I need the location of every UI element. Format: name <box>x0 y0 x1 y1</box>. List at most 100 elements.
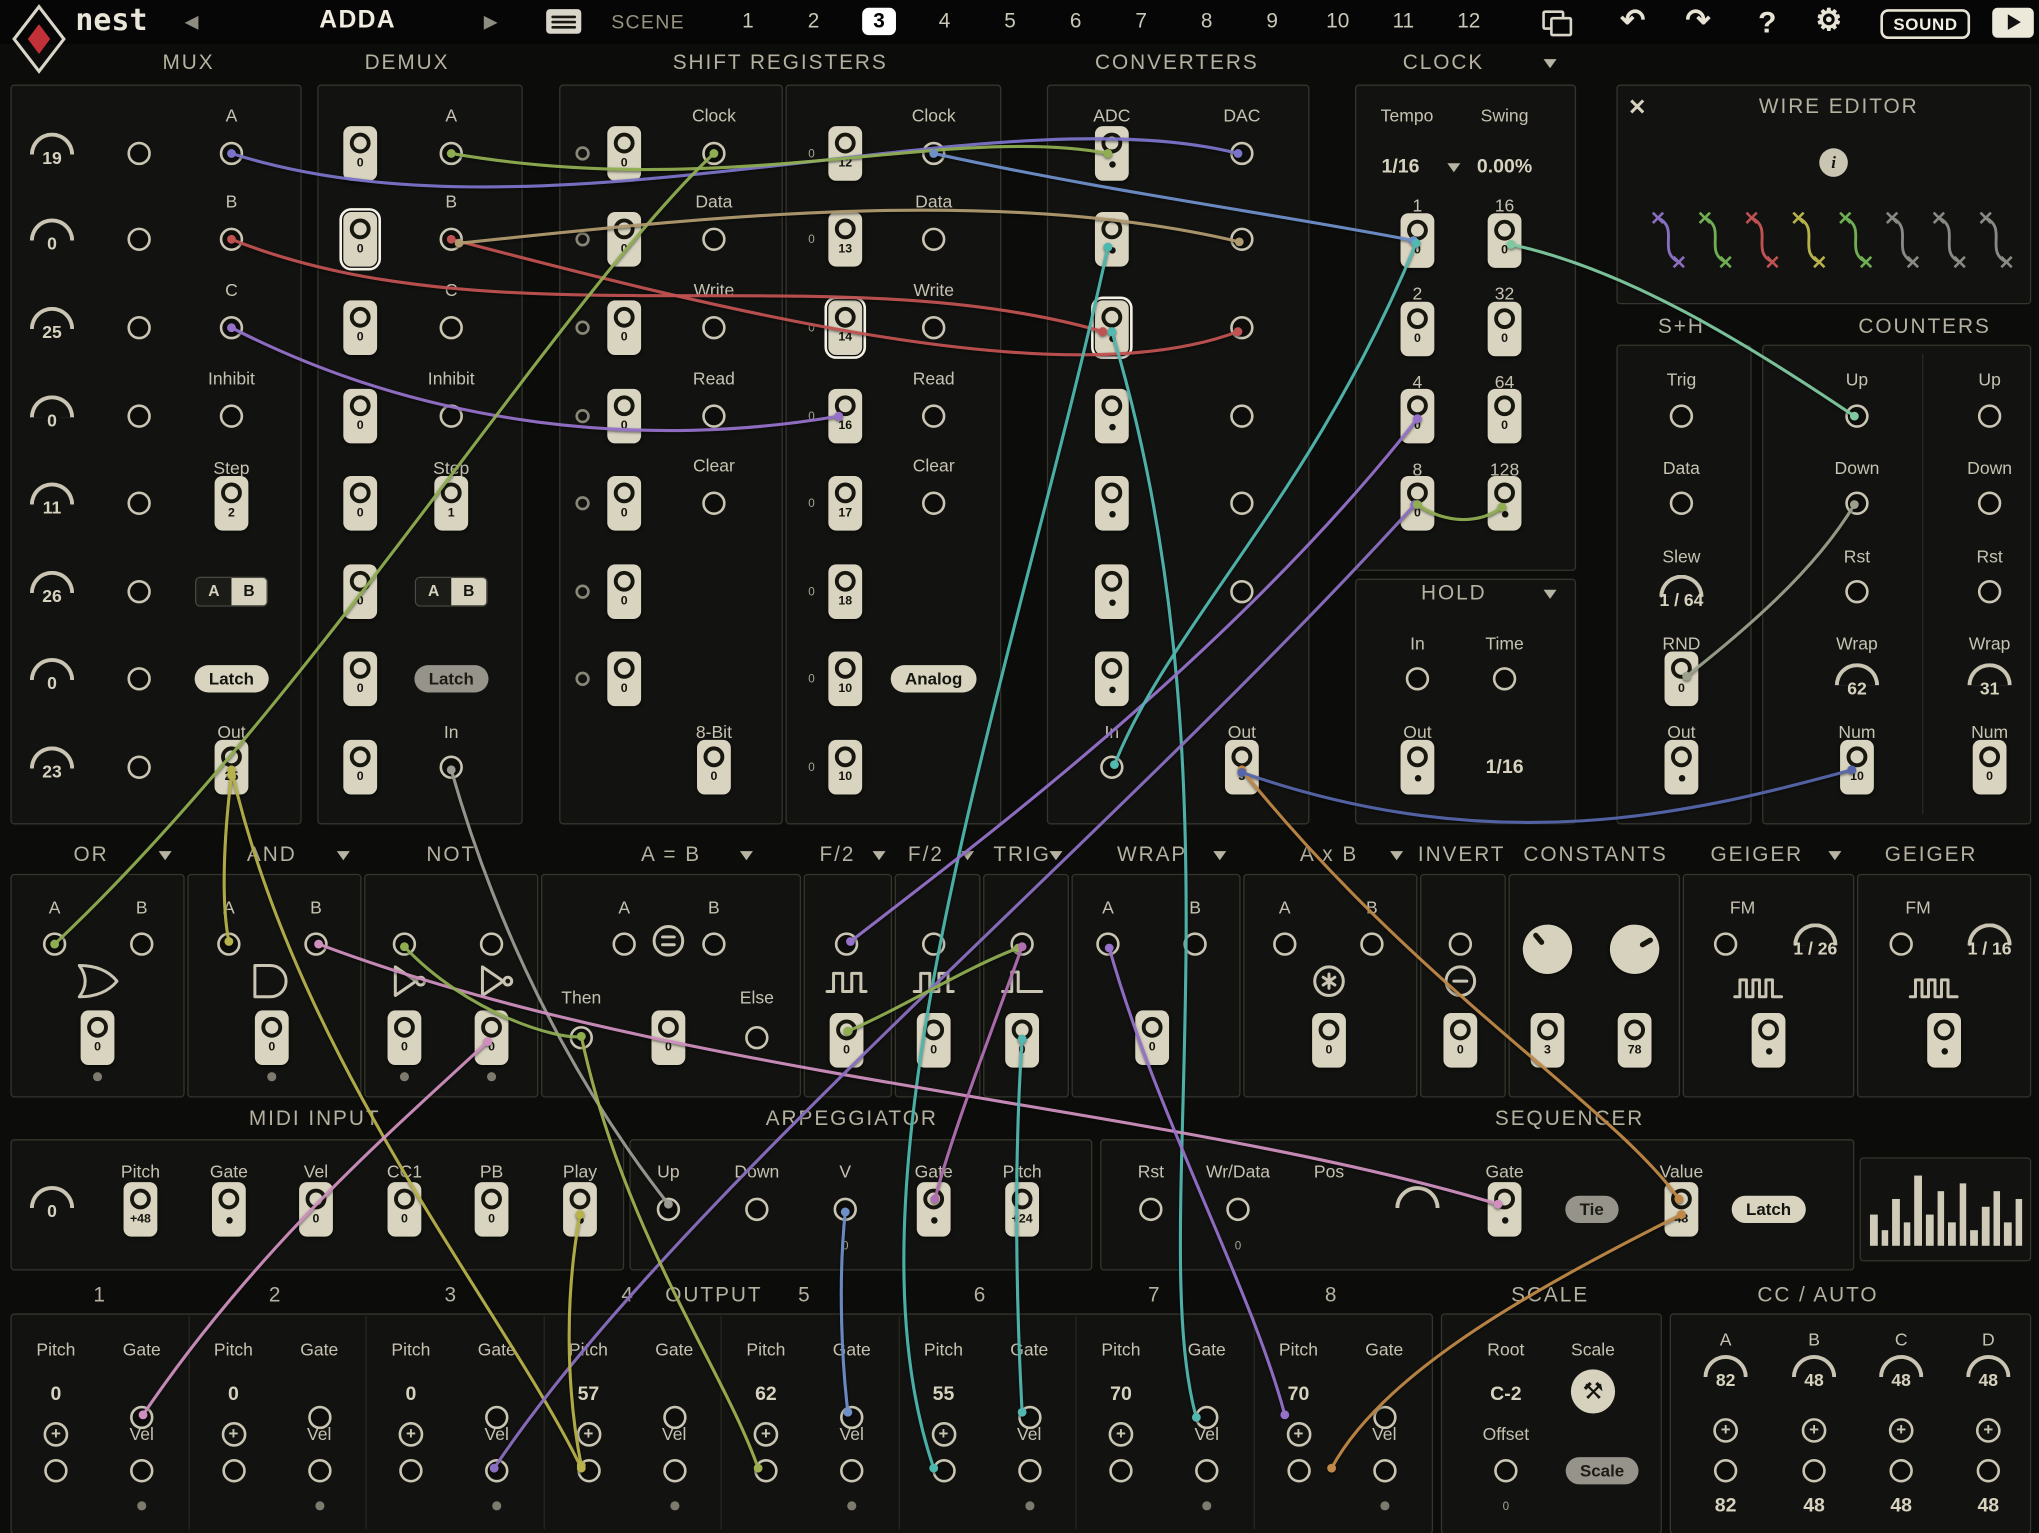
stepper-port[interactable] <box>1101 482 1122 503</box>
stepper-port[interactable] <box>1101 395 1122 416</box>
scale-editor-icon[interactable]: ⚒ <box>1571 1369 1615 1413</box>
sr-digital-stepper-3[interactable]: 0 <box>607 300 641 355</box>
out-ch1-pitch-port[interactable] <box>44 1459 67 1482</box>
stepper-port[interactable] <box>1407 308 1428 329</box>
stepper-port[interactable] <box>1494 220 1515 241</box>
scene-button-8[interactable]: 8 <box>1174 5 1240 39</box>
demux-out-stepper-3[interactable]: 0 <box>343 300 377 355</box>
stepper-port[interactable] <box>704 746 725 767</box>
a-x-b-input-a-port[interactable] <box>1273 932 1296 955</box>
cc-d-knob[interactable]: 48 <box>1960 1355 2017 1402</box>
clock-division-stepper-32[interactable]: 0 <box>1488 302 1522 357</box>
cc-c-polarity-icon[interactable]: + <box>1889 1418 1914 1443</box>
adc-stepper-7[interactable] <box>1095 652 1129 707</box>
stepper-port[interactable] <box>614 307 635 328</box>
cc-d-port[interactable] <box>1977 1459 2000 1482</box>
and-out-stepper[interactable]: 0 <box>255 1010 289 1065</box>
out-ch7-pitch-port[interactable] <box>1109 1459 1132 1482</box>
mux-knob-port-8[interactable] <box>127 756 150 779</box>
help-icon[interactable]: ? <box>1758 5 1776 40</box>
midi-vel-stepper[interactable]: 0 <box>299 1182 333 1237</box>
sr-digital-tap-5[interactable] <box>575 496 589 510</box>
stepper-port[interactable] <box>614 658 635 679</box>
not-1-out-stepper[interactable]: 0 <box>388 1010 422 1065</box>
stepper-port[interactable] <box>261 1017 282 1038</box>
mux-latch-button[interactable]: Latch <box>195 665 269 692</box>
stepper-port[interactable] <box>614 395 635 416</box>
scene-button-5[interactable]: 5 <box>977 5 1043 39</box>
wrap-input-a-port[interactable] <box>1096 932 1119 955</box>
demux-input-c-port[interactable] <box>440 316 463 339</box>
mux-knob-8[interactable]: 23 <box>23 746 80 793</box>
preset-next-icon[interactable]: ▶ <box>484 10 498 32</box>
invert-input-port[interactable] <box>1449 932 1472 955</box>
out-ch6-vel-port[interactable] <box>1018 1459 1041 1482</box>
scene-button-4[interactable]: 4 <box>912 5 978 39</box>
wire-editor-close-icon[interactable]: ✕ <box>1628 95 1647 121</box>
sr-analog-stepper-7[interactable]: 10 <box>828 652 862 707</box>
preset-menu-icon[interactable] <box>546 9 581 34</box>
wire-color-swatch-4[interactable] <box>1792 205 1826 279</box>
midi-pb-stepper[interactable]: 0 <box>475 1182 509 1237</box>
stepper-port[interactable] <box>1101 571 1122 592</box>
logic-menu-caret-icon[interactable] <box>873 851 886 860</box>
stepper-port[interactable] <box>1319 1020 1340 1041</box>
stepper-port[interactable] <box>394 1189 415 1210</box>
cc-b-polarity-icon[interactable]: + <box>1802 1418 1827 1443</box>
out-ch2-vel-port[interactable] <box>308 1459 331 1482</box>
logic-menu-caret-icon[interactable] <box>740 851 753 860</box>
mux-ab-toggle[interactable]: AB <box>195 577 268 607</box>
preset-prev-icon[interactable]: ◀ <box>185 10 199 32</box>
mux-knob-port-1[interactable] <box>127 142 150 165</box>
logic-menu-caret-icon[interactable] <box>337 851 350 860</box>
demux-out-stepper-4[interactable]: 0 <box>343 389 377 444</box>
stepper-port[interactable] <box>1494 395 1515 416</box>
arp-up-port[interactable] <box>657 1198 680 1221</box>
wire-color-swatch-8[interactable] <box>1979 205 2013 279</box>
sr-analog-mode-button[interactable]: Analog <box>891 665 977 692</box>
out-ch4-polarity-icon[interactable]: + <box>576 1422 601 1447</box>
mux-knob-port-4[interactable] <box>127 404 150 427</box>
clock-menu-caret-icon[interactable] <box>1544 59 1557 68</box>
dac-port-6[interactable] <box>1230 580 1253 603</box>
stepper-port[interactable] <box>350 218 371 239</box>
mux-knob-7[interactable]: 0 <box>23 658 80 705</box>
hold-out-stepper[interactable] <box>1401 740 1435 795</box>
scene-button-7[interactable]: 7 <box>1108 5 1174 39</box>
mux-knob-port-2[interactable] <box>127 228 150 251</box>
redo-icon[interactable]: ↷ <box>1685 3 1710 38</box>
mux-knob-2[interactable]: 0 <box>23 218 80 265</box>
wire-color-swatch-1[interactable] <box>1652 205 1686 279</box>
stepper-port[interactable] <box>835 482 856 503</box>
sr-analog-stepper-5[interactable]: 17 <box>828 476 862 531</box>
stepper-port[interactable] <box>614 482 635 503</box>
stepper-port[interactable] <box>1624 1020 1645 1041</box>
geiger-1-out-stepper[interactable] <box>1752 1013 1786 1068</box>
sr-digital-data-port[interactable] <box>702 228 725 251</box>
stepper-port[interactable] <box>350 746 371 767</box>
geiger-2-fm-port[interactable] <box>1889 932 1912 955</box>
dac-port-5[interactable] <box>1230 492 1253 515</box>
scene-button-6[interactable]: 6 <box>1043 5 1109 39</box>
scene-button-12[interactable]: 12 <box>1436 5 1502 39</box>
sr-8bit-stepper[interactable]: 0 <box>697 740 731 795</box>
stepper-port[interactable] <box>614 571 635 592</box>
counter-1-wrap-dial[interactable]: 62 <box>1828 663 1885 710</box>
cc-a-port[interactable] <box>1714 1459 1737 1482</box>
stepper-port[interactable] <box>1671 746 1692 767</box>
geiger-2-out-stepper[interactable] <box>1927 1013 1961 1068</box>
out-ch5-vel-port[interactable] <box>840 1459 863 1482</box>
cc-c-port[interactable] <box>1889 1459 1912 1482</box>
stepper-port[interactable] <box>221 482 242 503</box>
settings-gear-icon[interactable]: ⚙ <box>1815 3 1842 38</box>
cc-a-polarity-icon[interactable]: + <box>1713 1418 1738 1443</box>
sr-digital-tap-3[interactable] <box>575 321 589 335</box>
wire-color-swatch-6[interactable] <box>1886 205 1920 279</box>
sr-analog-write-port[interactable] <box>922 316 945 339</box>
out-ch8-pitch-port[interactable] <box>1287 1459 1310 1482</box>
sr-digital-tap-1[interactable] <box>575 146 589 160</box>
stepper-port[interactable] <box>350 395 371 416</box>
toggle-option-a[interactable]: A <box>196 578 231 605</box>
mux-knob-5[interactable]: 11 <box>23 482 80 529</box>
stepper-port[interactable] <box>835 133 856 154</box>
